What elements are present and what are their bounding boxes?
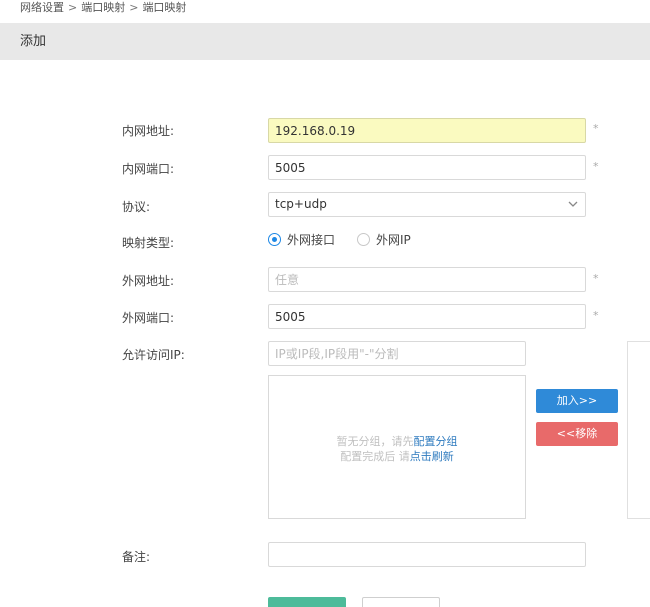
lan-address-label: 内网地址:	[122, 124, 175, 138]
protocol-label: 协议:	[122, 200, 151, 214]
empty-message-line1: 暂无分组，请先配置分组	[269, 433, 525, 449]
empty-text: 配置完成后 请	[340, 450, 410, 463]
ip-group-list[interactable]: 暂无分组，请先配置分组 配置完成后 请点击刷新	[268, 375, 526, 519]
wan-port-label: 外网端口:	[122, 311, 175, 325]
protocol-value: tcp+udp	[275, 197, 327, 211]
note-input[interactable]	[268, 542, 586, 567]
radio-unchecked-icon	[357, 232, 371, 246]
add-button[interactable]: 加入>>	[536, 389, 618, 413]
wan-port-input[interactable]	[268, 304, 586, 329]
note-label: 备注:	[122, 550, 151, 564]
mapping-type-label: 映射类型:	[122, 236, 175, 250]
breadcrumb-network-settings[interactable]: 网络设置	[20, 1, 64, 14]
allowed-ip-input[interactable]	[268, 341, 526, 366]
selected-ip-list[interactable]	[627, 341, 650, 519]
empty-message-line2: 配置完成后 请点击刷新	[269, 448, 525, 464]
empty-text: 暂无分组，请先	[336, 435, 414, 448]
section-header: 添加	[0, 23, 650, 60]
chevron-down-icon	[568, 201, 578, 207]
lan-address-input[interactable]	[268, 118, 586, 143]
breadcrumb: 网络设置 > 端口映射 > 端口映射	[20, 0, 186, 16]
breadcrumb-separator: >	[129, 1, 139, 14]
remove-button[interactable]: <<移除	[536, 422, 618, 446]
radio-label: 外网IP	[376, 232, 411, 247]
breadcrumb-current: 端口映射	[142, 1, 187, 14]
required-mark: *	[593, 122, 599, 135]
radio-label: 外网接口	[287, 232, 336, 247]
required-mark: *	[593, 160, 599, 173]
radio-checked-icon	[268, 232, 281, 246]
cancel-button[interactable]	[362, 597, 440, 607]
lan-port-input[interactable]	[268, 155, 586, 180]
protocol-select[interactable]: tcp+udp	[268, 192, 586, 217]
radio-wan-interface[interactable]: 外网接口	[268, 231, 335, 248]
wan-address-label: 外网地址:	[122, 274, 175, 288]
wan-address-input[interactable]	[268, 267, 586, 292]
configure-group-link[interactable]: 配置分组	[414, 435, 458, 448]
mapping-type-radio-group: 外网接口 外网IP	[268, 230, 433, 248]
section-title: 添加	[20, 34, 47, 49]
lan-port-label: 内网端口:	[122, 162, 175, 176]
required-mark: *	[593, 309, 599, 322]
required-mark: *	[593, 272, 599, 285]
refresh-link[interactable]: 点击刷新	[410, 450, 454, 463]
breadcrumb-separator: >	[68, 1, 78, 14]
radio-wan-ip[interactable]: 外网IP	[357, 231, 411, 248]
save-button[interactable]	[268, 597, 346, 607]
allowed-ip-label: 允许访问IP:	[122, 348, 185, 362]
breadcrumb-port-mapping[interactable]: 端口映射	[81, 1, 125, 14]
